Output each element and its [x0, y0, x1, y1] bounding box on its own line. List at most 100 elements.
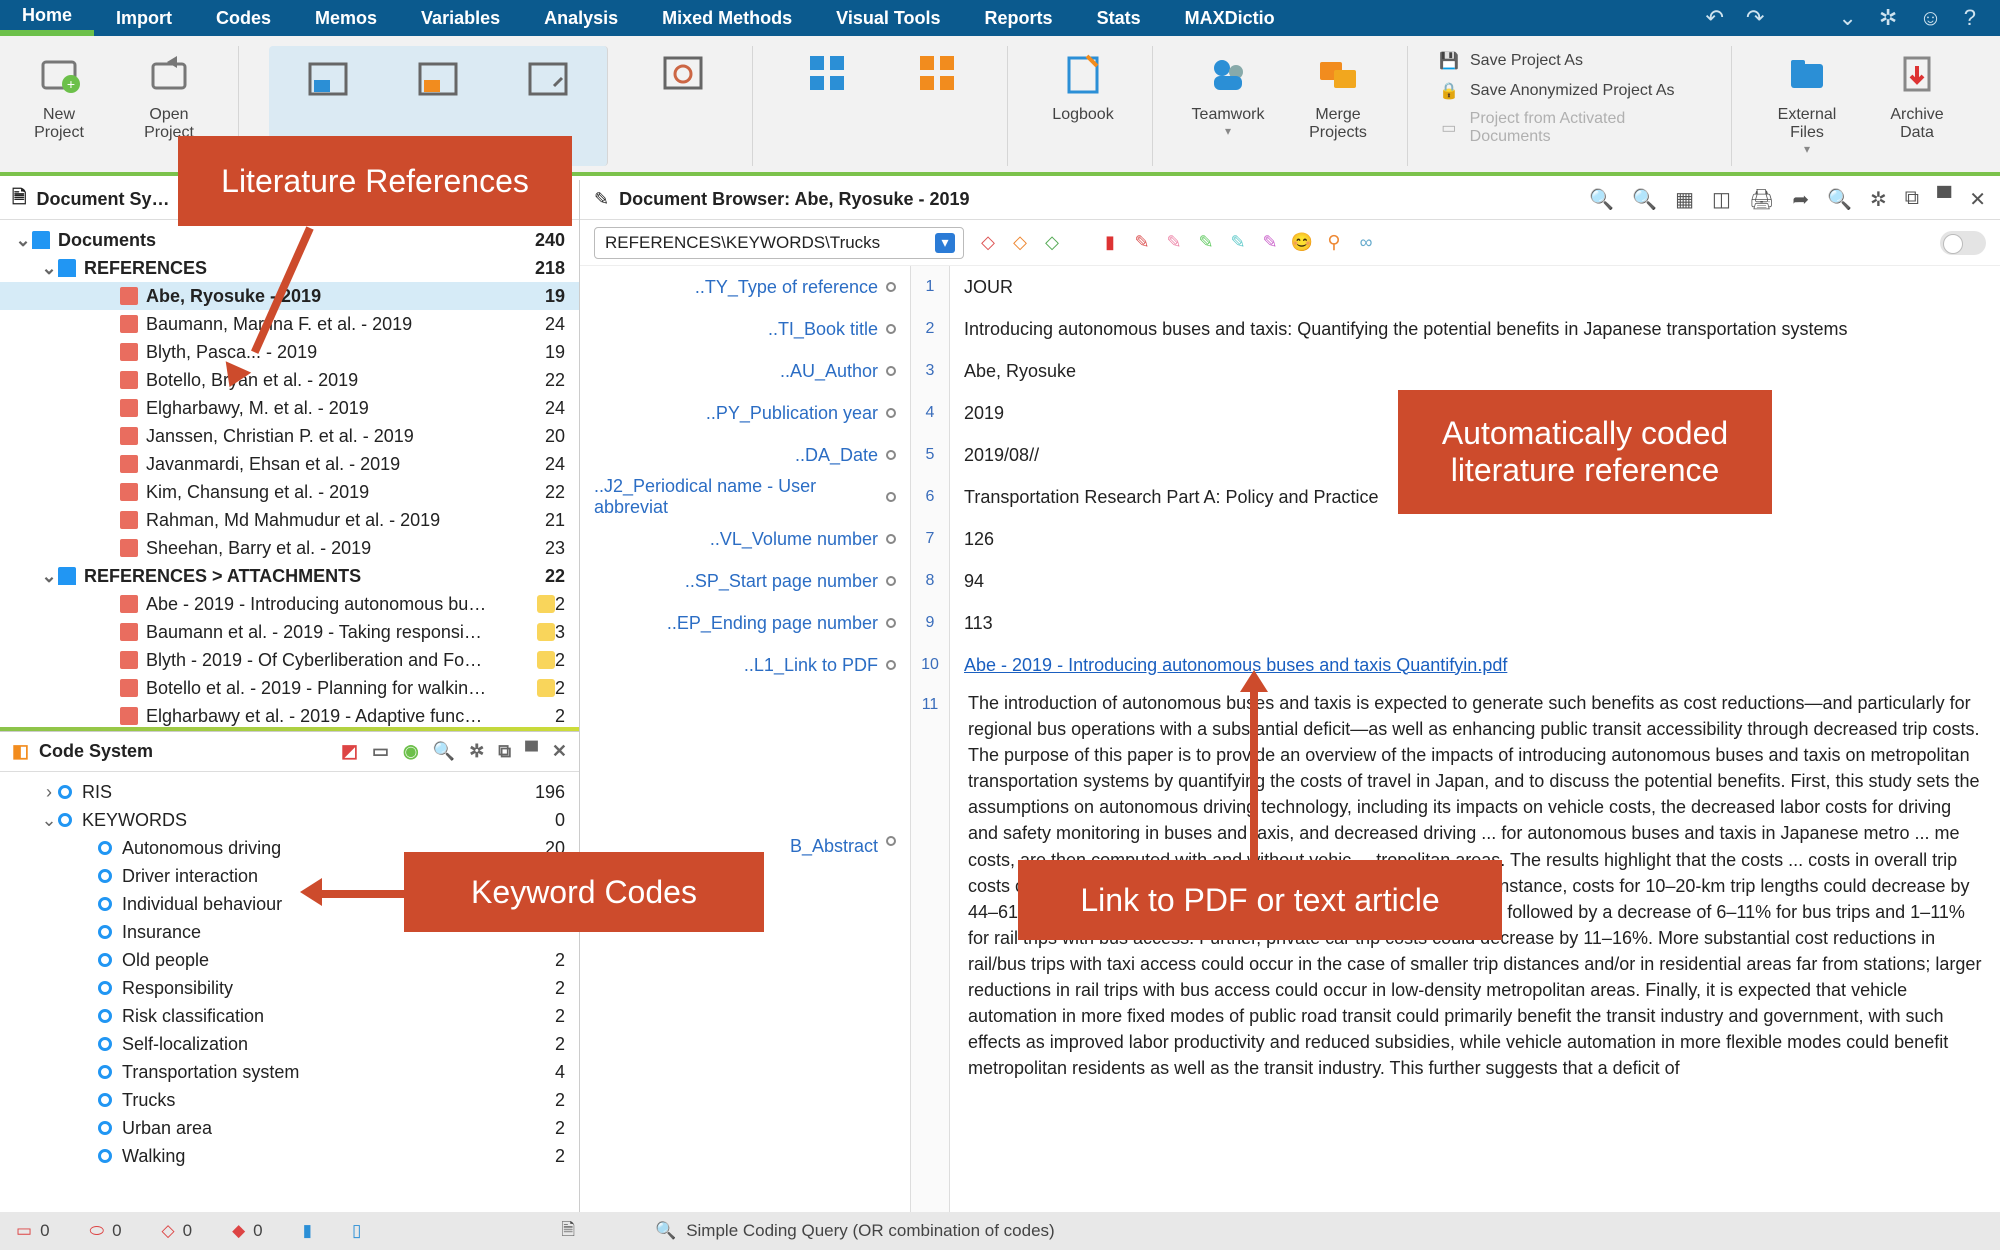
tree-row[interactable]: ⌄Documents240: [0, 226, 579, 254]
external-files-button[interactable]: External Files▾: [1762, 46, 1852, 156]
hl3-icon[interactable]: ✎: [1196, 233, 1216, 253]
menu-tab-codes[interactable]: Codes: [194, 0, 293, 36]
tree-row[interactable]: Blyth - 2019 - Of Cyberliberation and Fo…: [0, 646, 579, 674]
menu-tab-memos[interactable]: Memos: [293, 0, 399, 36]
panel-button-4[interactable]: [638, 46, 728, 106]
code-path-combo[interactable]: REFERENCES\KEYWORDS\Trucks: [594, 227, 964, 259]
status-icon-6[interactable]: ▯: [352, 1221, 361, 1241]
open-project-button[interactable]: Open Project: [124, 46, 214, 142]
save-anon-project-as[interactable]: 🔒Save Anonymized Project As: [1438, 80, 1707, 102]
code-row[interactable]: ›RIS196: [0, 778, 579, 806]
codesys-tool-1[interactable]: ◩: [341, 741, 358, 762]
pin-icon[interactable]: ⚲: [1324, 233, 1344, 253]
code-row[interactable]: Old people2: [0, 946, 579, 974]
menu-tab-variables[interactable]: Variables: [399, 0, 522, 36]
popout-icon[interactable]: ⧉: [498, 741, 511, 762]
code-row[interactable]: Risk classification2: [0, 1002, 579, 1030]
gear-icon[interactable]: ✲: [1879, 5, 1897, 31]
smile-icon[interactable]: ☺: [1919, 5, 1941, 31]
tag3-icon[interactable]: ◇: [1042, 233, 1062, 253]
code-row[interactable]: Self-localization2: [0, 1030, 579, 1058]
tree-row[interactable]: Baumann et al. - 2019 - Taking responsi……: [0, 618, 579, 646]
tag-icon[interactable]: ◇: [978, 233, 998, 253]
emoji-icon[interactable]: 😊: [1292, 233, 1312, 253]
field-line-num: 9: [911, 602, 949, 644]
gear-icon[interactable]: ✲: [469, 741, 484, 762]
tree-row[interactable]: Botello et al. - 2019 - Planning for wal…: [0, 674, 579, 702]
tree-row[interactable]: Javanmardi, Ehsan et al. - 201924: [0, 450, 579, 478]
close-icon[interactable]: ✕: [1969, 187, 1986, 212]
new-project-button[interactable]: + New Project: [14, 46, 104, 142]
teamwork-button[interactable]: Teamwork▾: [1183, 46, 1273, 138]
search-icon[interactable]: 🔍: [1827, 187, 1852, 212]
field-line-num: 3: [911, 350, 949, 392]
toggle-switch[interactable]: [1940, 231, 1986, 255]
link-icon[interactable]: ∞: [1356, 233, 1376, 253]
undo-icon[interactable]: ↶: [1706, 5, 1724, 31]
popout-icon[interactable]: ⧉: [1905, 187, 1919, 212]
hl2-icon[interactable]: ✎: [1164, 233, 1184, 253]
code-row[interactable]: Responsibility2: [0, 974, 579, 1002]
export-icon[interactable]: ➦: [1792, 187, 1809, 212]
document-tree[interactable]: ⌄Documents240⌄REFERENCES218Abe, Ryosuke …: [0, 220, 579, 727]
collapse-icon[interactable]: ▀: [525, 741, 538, 762]
hl4-icon[interactable]: ✎: [1228, 233, 1248, 253]
help-icon[interactable]: ?: [1964, 5, 1976, 31]
menu-tab-visual[interactable]: Visual Tools: [814, 0, 962, 36]
tree-row[interactable]: Janssen, Christian P. et al. - 201920: [0, 422, 579, 450]
tree-row[interactable]: Botello, Bryan et al. - 201922: [0, 366, 579, 394]
save-project-as[interactable]: 💾Save Project As: [1438, 50, 1707, 72]
gear-icon[interactable]: ✲: [1870, 187, 1887, 212]
menu-tab-home[interactable]: Home: [0, 0, 94, 36]
archive-data-button[interactable]: Archive Data: [1872, 46, 1962, 142]
menu-tab-analysis[interactable]: Analysis: [522, 0, 640, 36]
collapse-icon[interactable]: ▀: [1937, 187, 1951, 212]
field-value: JOUR: [950, 266, 2000, 308]
zoom-in-icon[interactable]: 🔍: [1632, 187, 1657, 212]
code-row[interactable]: Transportation system4: [0, 1058, 579, 1086]
grid-button-1[interactable]: [783, 46, 873, 106]
code-row[interactable]: Trucks2: [0, 1086, 579, 1114]
grid-button-2[interactable]: [893, 46, 983, 106]
tree-row[interactable]: Sheehan, Barry et al. - 201923: [0, 534, 579, 562]
logbook-button[interactable]: Logbook: [1038, 46, 1128, 124]
menu-tab-import[interactable]: Import: [94, 0, 194, 36]
print-icon[interactable]: 🖨: [1749, 187, 1774, 212]
zoom-out-icon[interactable]: 🔍: [1589, 187, 1614, 212]
tree-row[interactable]: Abe - 2019 - Introducing autonomous bu…2: [0, 590, 579, 618]
panel-button-3[interactable]: [503, 52, 593, 112]
merge-projects-button[interactable]: Merge Projects: [1293, 46, 1383, 142]
menu-tab-reports[interactable]: Reports: [963, 0, 1075, 36]
tree-row[interactable]: Elgharbawy et al. - 2019 - Adaptive func…: [0, 702, 579, 727]
panel-button-1[interactable]: [283, 52, 373, 112]
table-icon[interactable]: ▦: [1675, 187, 1694, 212]
pdf-link[interactable]: Abe - 2019 - Introducing autonomous buse…: [964, 655, 1507, 676]
status-icon-5[interactable]: ▮: [303, 1221, 312, 1241]
menu-tab-dictio[interactable]: MAXDictio: [1163, 0, 1297, 36]
tree-row[interactable]: Abe, Ryosuke - 201919: [0, 282, 579, 310]
redo-icon[interactable]: ↷: [1746, 5, 1764, 31]
chevron-down-icon[interactable]: ⌄: [1838, 5, 1856, 31]
codesys-tool-2[interactable]: ▭: [372, 741, 389, 762]
tree-row[interactable]: ⌄REFERENCES > ATTACHMENTS22: [0, 562, 579, 590]
highlight-red-icon[interactable]: ▮: [1100, 233, 1120, 253]
hl1-icon[interactable]: ✎: [1132, 233, 1152, 253]
search-icon[interactable]: 🔍: [433, 741, 455, 762]
tree-row[interactable]: Rahman, Md Mahmudur et al. - 201921: [0, 506, 579, 534]
tree-row[interactable]: Kim, Chansung et al. - 201922: [0, 478, 579, 506]
codesys-tool-3[interactable]: ◉: [403, 741, 419, 762]
code-row[interactable]: Urban area2: [0, 1114, 579, 1142]
code-tree[interactable]: ›RIS196⌄KEYWORDS0Autonomous driving20Dri…: [0, 772, 579, 1212]
menu-tab-stats[interactable]: Stats: [1075, 0, 1163, 36]
code-row[interactable]: ⌄KEYWORDS0: [0, 806, 579, 834]
close-icon[interactable]: ✕: [552, 741, 567, 762]
tree-row[interactable]: Blyth, Pasca... - 201919: [0, 338, 579, 366]
tree-row[interactable]: Elgharbawy, M. et al. - 201924: [0, 394, 579, 422]
tag2-icon[interactable]: ◇: [1010, 233, 1030, 253]
menu-tab-mixed[interactable]: Mixed Methods: [640, 0, 814, 36]
tree-row[interactable]: Baumann, Martina F. et al. - 201924: [0, 310, 579, 338]
hl5-icon[interactable]: ✎: [1260, 233, 1280, 253]
columns-icon[interactable]: ◫: [1712, 187, 1731, 212]
code-row[interactable]: Walking2: [0, 1142, 579, 1170]
panel-button-2[interactable]: [393, 52, 483, 112]
